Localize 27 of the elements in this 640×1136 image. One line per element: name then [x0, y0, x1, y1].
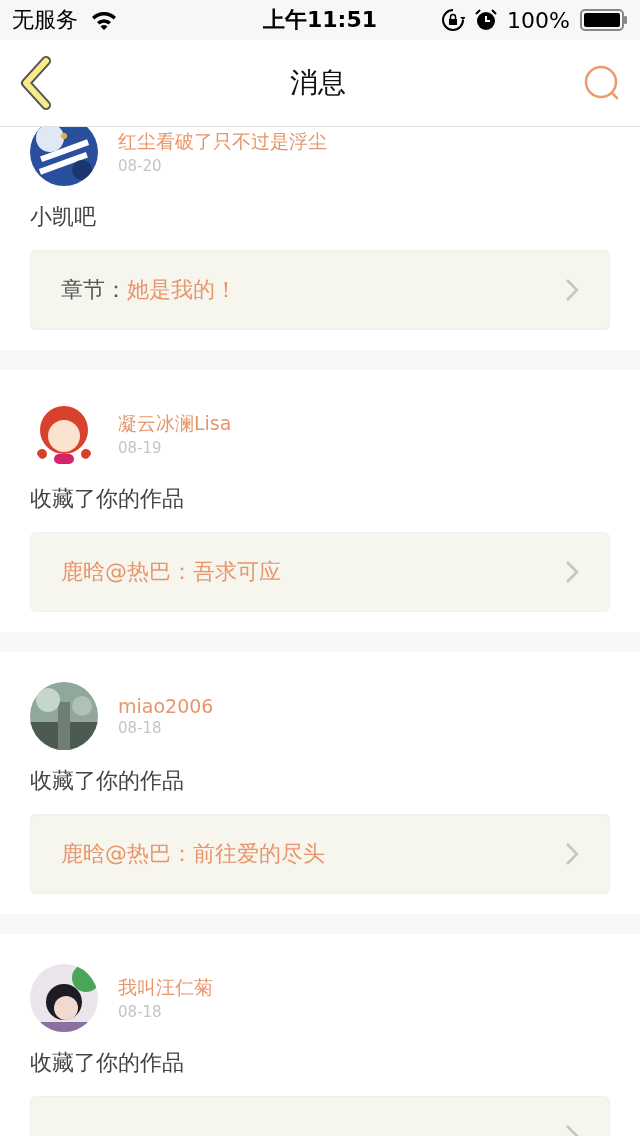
- message-text: 小凯吧: [30, 203, 97, 231]
- battery-percent: 100%: [507, 7, 570, 33]
- message-date: 08-20: [118, 157, 163, 175]
- user-name[interactable]: 红尘看破了只不过是浮尘: [118, 129, 358, 155]
- work-link[interactable]: 章节：她是我的！: [30, 250, 610, 330]
- message-text: 收藏了你的作品: [30, 767, 185, 795]
- message-date: 08-19: [118, 439, 163, 457]
- chevron-right-icon: [565, 842, 579, 866]
- chevron-right-icon: [565, 278, 579, 302]
- user-name[interactable]: 我叫汪仁菊: [118, 975, 358, 1001]
- message-date: 08-18: [118, 719, 163, 737]
- work-link[interactable]: 鹿晗@热巴：吾求可应: [30, 532, 610, 612]
- work-link[interactable]: 鹿晗@热巴：前往爱的尽头: [30, 814, 610, 894]
- user-name[interactable]: miao2006: [118, 695, 358, 717]
- back-button[interactable]: [18, 55, 54, 111]
- chevron-right-icon: [565, 560, 579, 584]
- rotation-lock-icon: [441, 8, 466, 32]
- page-title: 消息: [290, 65, 346, 101]
- message-text: 收藏了你的作品: [30, 485, 185, 513]
- user-name[interactable]: 凝云冰澜Lisa: [118, 411, 358, 437]
- alarm-icon: [475, 9, 498, 31]
- carrier-text: 无服务: [12, 6, 78, 34]
- clock-text: 上午11:51: [263, 6, 377, 34]
- message-text: 收藏了你的作品: [30, 1049, 185, 1077]
- wifi-icon: [90, 10, 118, 30]
- message-date: 08-18: [118, 1003, 163, 1021]
- battery-icon: [580, 9, 628, 31]
